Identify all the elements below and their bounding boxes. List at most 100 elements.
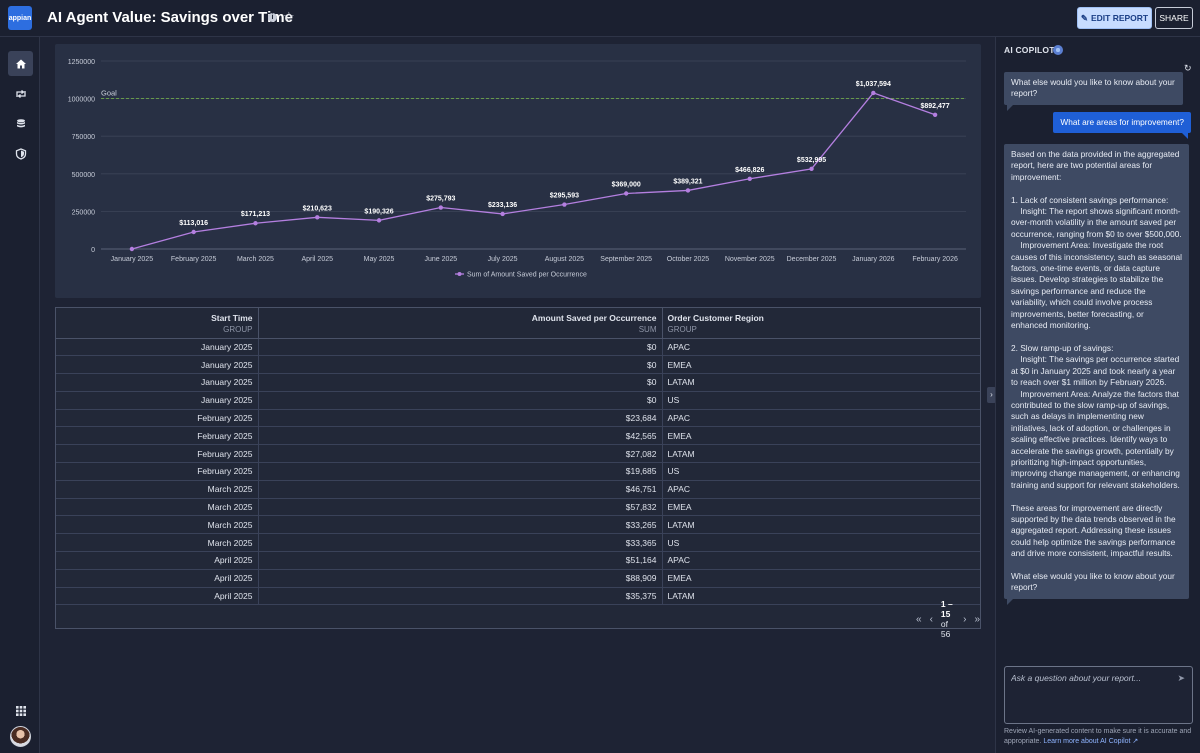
table-row[interactable]: January 2025 $0 APAC: [56, 338, 980, 357]
table-row[interactable]: April 2025 $88,909 EMEA: [56, 569, 980, 588]
top-bar: appian AI Agent Value: Savings over Time…: [0, 0, 1200, 37]
cell-start-time: March 2025: [56, 515, 259, 535]
data-label: $1,037,594: [856, 81, 891, 88]
cell-region: APAC: [662, 551, 980, 570]
share-button[interactable]: SHARE: [1155, 7, 1193, 29]
table-row[interactable]: January 2025 $0 LATAM: [56, 373, 980, 392]
column-header-amount-saved[interactable]: Amount Saved per Occurrence SUM: [258, 308, 663, 339]
x-tick-label: April 2025: [301, 256, 333, 263]
cell-region: LATAM: [662, 587, 980, 606]
next-page-icon[interactable]: ›: [963, 614, 966, 625]
data-label: $233,136: [488, 202, 517, 209]
data-point: [129, 246, 135, 252]
data-point: [253, 221, 258, 226]
y-tick-label: 250000: [72, 209, 95, 216]
table-row[interactable]: March 2025 $57,832 EMEA: [56, 498, 980, 517]
cell-amount-saved: $88,909: [258, 569, 663, 588]
send-icon[interactable]: ➤: [1177, 673, 1185, 684]
y-tick-label: 0: [91, 247, 95, 254]
x-tick-label: August 2025: [545, 256, 584, 263]
page-range: 1 – 15 of 56: [940, 599, 953, 639]
cell-start-time: April 2025: [56, 551, 259, 570]
table-row[interactable]: February 2025 $23,684 APAC: [56, 409, 980, 428]
cell-region: US: [662, 533, 980, 553]
data-label: $892,477: [921, 103, 950, 110]
database-icon[interactable]: [8, 111, 33, 136]
learn-more-link[interactable]: Learn more about AI Copilot ↗: [1043, 738, 1138, 745]
column-header-region[interactable]: Order Customer Region GROUP: [662, 308, 980, 339]
y-tick-label: 750000: [72, 134, 95, 141]
data-point: [376, 218, 382, 223]
user-message: What are areas for improvement?: [1053, 112, 1191, 140]
data-point: [315, 215, 320, 220]
header-row: Start Time GROUP Amount Saved per Occurre…: [56, 308, 980, 339]
table-row[interactable]: February 2025 $19,685 US: [56, 462, 980, 481]
first-page-icon[interactable]: «: [916, 614, 922, 625]
cell-amount-saved: $0: [258, 338, 663, 357]
home-icon[interactable]: [8, 51, 33, 76]
cell-region: APAC: [662, 338, 980, 357]
cell-region: US: [662, 391, 980, 410]
prev-page-icon[interactable]: ‹: [930, 614, 933, 625]
cell-start-time: March 2025: [56, 480, 259, 499]
process-icon[interactable]: [8, 81, 33, 106]
cell-region: LATAM: [662, 515, 980, 535]
data-grid: Start Time GROUP Amount Saved per Occurre…: [55, 307, 981, 639]
table-row[interactable]: March 2025 $33,365 US: [56, 533, 980, 553]
table-row[interactable]: February 2025 $42,565 EMEA: [56, 426, 980, 446]
table-row[interactable]: January 2025 $0 EMEA: [56, 355, 980, 375]
x-tick-label: May 2025: [364, 256, 395, 263]
cell-region: EMEA: [662, 426, 980, 446]
data-label: $532,995: [797, 157, 826, 164]
x-tick-label: January 2025: [111, 256, 154, 263]
cell-amount-saved: $46,751: [258, 480, 663, 499]
column-header-start-time[interactable]: Start Time GROUP: [56, 308, 259, 339]
data-point: [500, 211, 505, 217]
refresh-icon[interactable]: ↻: [1184, 63, 1192, 74]
y-tick-label: 1250000: [68, 59, 95, 66]
left-nav: [0, 37, 40, 753]
star-icon[interactable]: ☆: [283, 9, 295, 25]
last-page-icon[interactable]: »: [974, 614, 980, 625]
table-row[interactable]: April 2025 $35,375 LATAM: [56, 587, 980, 606]
data-point: [438, 205, 444, 210]
cell-region: LATAM: [662, 444, 980, 464]
appian-logo[interactable]: appian: [8, 6, 32, 30]
data-point: [191, 229, 196, 235]
data-point: [747, 176, 752, 181]
data-point: [685, 188, 691, 193]
ai-message: What else would you like to know about y…: [1004, 72, 1183, 111]
data-label: $389,321: [673, 178, 702, 185]
cell-amount-saved: $33,265: [258, 515, 663, 535]
cell-start-time: February 2025: [56, 462, 259, 481]
ask-input[interactable]: [1011, 673, 1171, 683]
cell-start-time: March 2025: [56, 498, 259, 517]
shield-icon[interactable]: [8, 141, 33, 166]
user-avatar[interactable]: [10, 726, 31, 747]
data-label: $210,623: [303, 205, 332, 212]
cell-amount-saved: $0: [258, 391, 663, 410]
x-tick-label: September 2025: [600, 256, 652, 263]
cell-amount-saved: $33,365: [258, 533, 663, 553]
cell-region: LATAM: [662, 373, 980, 392]
cell-amount-saved: $0: [258, 373, 663, 392]
cell-start-time: January 2025: [56, 355, 259, 375]
table-row[interactable]: February 2025 $27,082 LATAM: [56, 444, 980, 464]
cell-start-time: February 2025: [56, 426, 259, 446]
data-label: $113,016: [179, 220, 208, 227]
x-tick-label: December 2025: [787, 256, 837, 263]
page-title: AI Agent Value: Savings over Time: [47, 9, 293, 26]
table-row[interactable]: January 2025 $0 US: [56, 391, 980, 410]
data-label: $369,000: [612, 182, 641, 189]
table-row[interactable]: April 2025 $51,164 APAC: [56, 551, 980, 570]
data-label: $295,593: [550, 193, 579, 200]
data-point: [871, 90, 876, 96]
table-row[interactable]: March 2025 $46,751 APAC: [56, 480, 980, 499]
table-row[interactable]: March 2025 $33,265 LATAM: [56, 515, 980, 535]
apps-grid-icon[interactable]: [8, 698, 33, 723]
y-tick-label: 500000: [72, 172, 95, 179]
cell-amount-saved: $51,164: [258, 551, 663, 570]
edit-report-button[interactable]: ✎ EDIT REPORT: [1077, 7, 1152, 29]
info-icon[interactable]: i: [268, 13, 277, 22]
x-tick-label: July 2025: [488, 256, 518, 263]
